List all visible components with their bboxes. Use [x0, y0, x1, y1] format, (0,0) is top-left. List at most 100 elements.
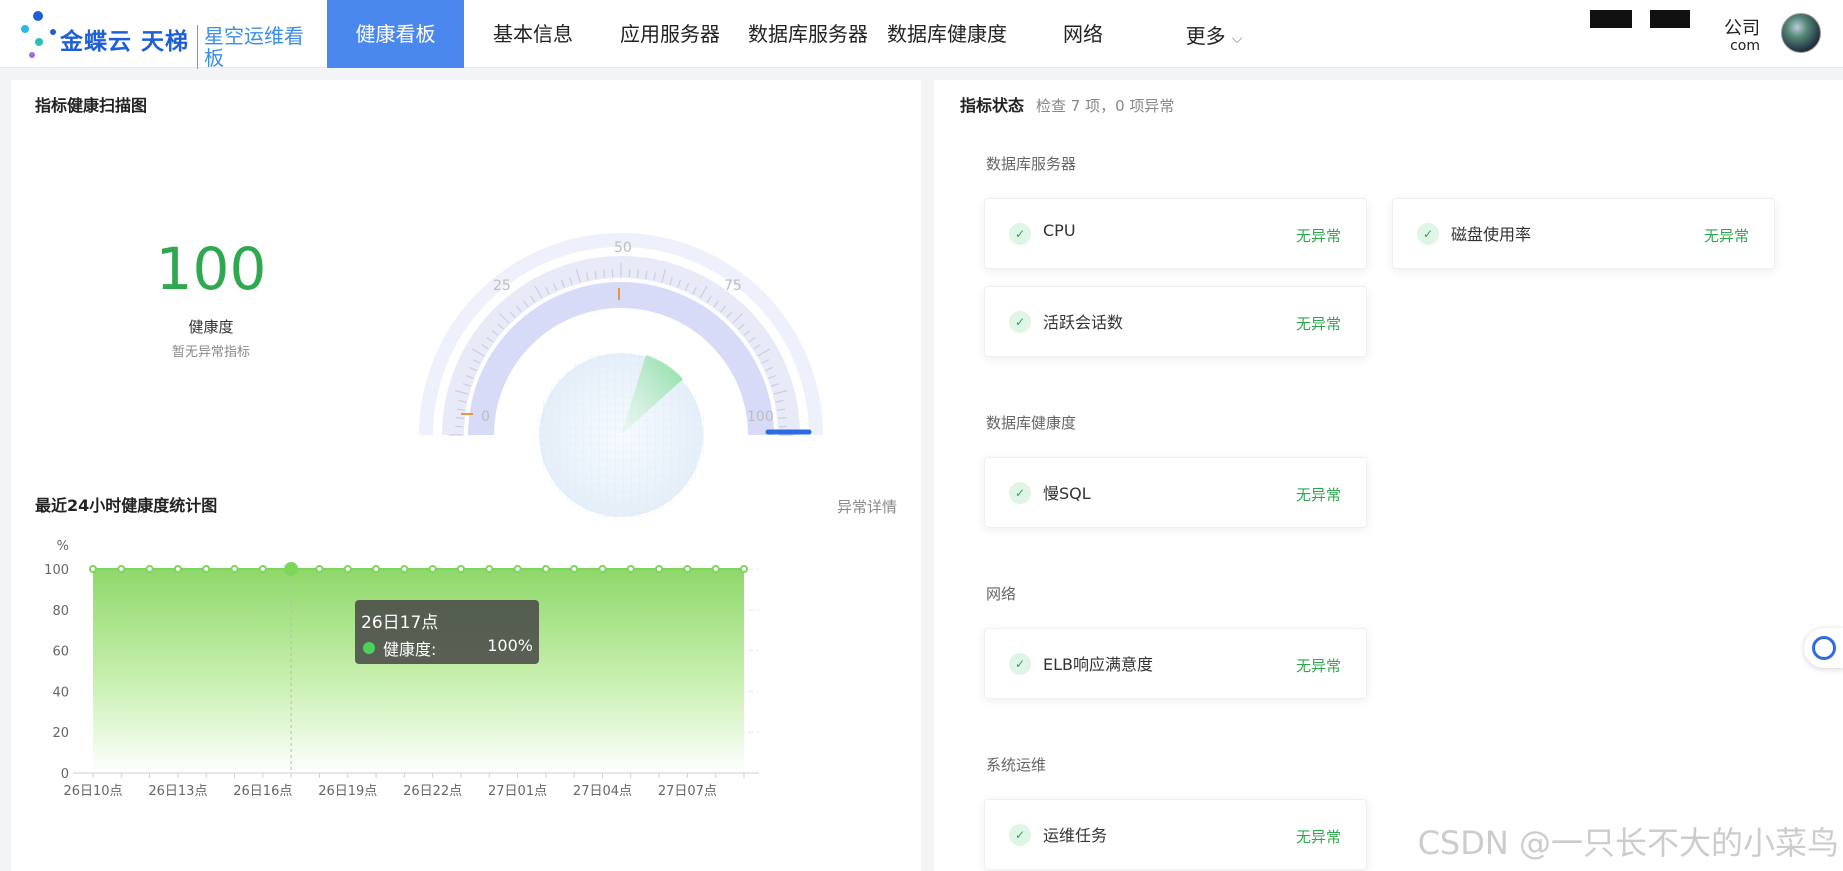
trend-chart-title: 最近24小时健康度统计图	[35, 496, 218, 515]
gauge-tick-0: 0	[481, 409, 490, 425]
status-card-disk[interactable]: ✓ 磁盘使用率 无异常	[1392, 198, 1775, 269]
tooltip-series-dot	[363, 642, 375, 654]
watermark: CSDN @一只长不大的小菜鸟	[1417, 824, 1839, 862]
avatar[interactable]	[1781, 13, 1821, 53]
tab-basic-info[interactable]: 基本信息	[478, 0, 588, 68]
tooltip-value: 100%	[487, 636, 533, 655]
data-point	[89, 565, 97, 573]
group-label-ops: 系统运维	[986, 756, 1047, 774]
status-card-elb[interactable]: ✓ ELB响应满意度 无异常	[984, 628, 1367, 699]
data-point	[315, 565, 324, 573]
tab-network[interactable]: 网络	[1050, 0, 1116, 68]
y-tick-label: 60	[52, 645, 69, 660]
tab-label: 应用服务器	[620, 22, 720, 46]
card-status: 无异常	[1703, 227, 1749, 245]
gauge-tick-mark	[603, 269, 606, 278]
card-status: 无异常	[1295, 315, 1341, 333]
status-panel: 指标状态 检查 7 项，0 项异常 数据库服务器 ✓ CPU 无异常 ✓ 磁盘使用…	[934, 80, 1843, 871]
card-name: CPU	[1043, 221, 1076, 240]
status-title-text: 指标状态	[960, 96, 1025, 115]
company-url: com	[1730, 38, 1760, 54]
logo-product: 星空运维看板	[197, 25, 320, 69]
data-point	[541, 565, 550, 573]
y-tick-label: 80	[52, 604, 69, 619]
check-icon: ✓	[1009, 482, 1031, 504]
data-point	[428, 565, 437, 573]
gauge-tick-mark	[455, 417, 464, 420]
x-tick-label: 26日10点	[63, 784, 122, 799]
status-card-cpu[interactable]: ✓ CPU 无异常	[984, 198, 1367, 269]
data-point	[683, 565, 692, 573]
group-label-db-server: 数据库服务器	[986, 155, 1077, 173]
card-name: 慢SQL	[1043, 484, 1091, 503]
tab-label: 基本信息	[493, 22, 573, 46]
data-point	[117, 565, 126, 573]
company-info: 公司 com	[1570, 8, 1760, 58]
data-point	[485, 565, 494, 573]
card-name: 活跃会话数	[1043, 313, 1124, 332]
status-summary: 检查 7 项，0 项异常	[1036, 97, 1175, 115]
tab-label: 网络	[1063, 22, 1103, 46]
check-icon: ✓	[1417, 223, 1439, 245]
data-point	[145, 565, 154, 573]
health-panel: 指标健康扫描图 100 健康度 暂无异常指标 /* ticks drawn by…	[11, 80, 921, 871]
redacted-block	[1590, 10, 1632, 28]
chevron-down-icon: ⌵	[1231, 31, 1243, 47]
status-card-slow-sql[interactable]: ✓ 慢SQL 无异常	[984, 457, 1367, 528]
logo-brand: 金蝶云 天梯	[60, 29, 190, 55]
x-tick-label: 26日19点	[318, 784, 377, 799]
gauge-tick-mark	[778, 417, 787, 420]
tab-label: 更多	[1185, 24, 1226, 48]
floating-assistant-button[interactable]	[1804, 628, 1843, 668]
x-tick-label: 26日13点	[148, 784, 207, 799]
tooltip-label: 健康度:	[383, 640, 437, 659]
data-point	[400, 565, 409, 573]
tab-label: 数据库健康度	[887, 22, 1007, 46]
card-name: 运维任务	[1043, 826, 1108, 845]
tab-label: 数据库服务器	[748, 22, 868, 46]
y-axis-label: %	[57, 539, 69, 554]
card-status: 无异常	[1295, 657, 1341, 675]
card-status: 无异常	[1295, 486, 1341, 504]
card-status: 无异常	[1295, 227, 1341, 245]
tab-label: 健康看板	[355, 22, 436, 46]
health-gauge: /* ticks drawn by script below */ 50 25 …	[419, 233, 823, 520]
data-point	[626, 565, 635, 573]
tab-db-health[interactable]: 数据库健康度	[883, 0, 1011, 68]
assistant-icon	[1812, 636, 1836, 660]
data-point	[372, 565, 381, 573]
data-point	[284, 562, 299, 576]
data-point	[202, 565, 211, 573]
data-point	[456, 565, 465, 573]
tab-db-server[interactable]: 数据库服务器	[744, 0, 872, 68]
gauge-tick-75: 75	[724, 278, 742, 294]
anomaly-details-link[interactable]: 异常详情	[837, 496, 897, 517]
gauge-tick-mark	[636, 269, 639, 278]
data-point	[598, 565, 607, 573]
data-point	[230, 565, 239, 573]
health-score: 100	[155, 235, 267, 303]
x-tick-label: 27日01点	[488, 784, 547, 799]
tab-app-server[interactable]: 应用服务器	[610, 0, 730, 68]
data-point	[173, 565, 182, 573]
status-card-ops-task[interactable]: ✓ 运维任务 无异常	[984, 799, 1367, 870]
x-tick-label: 27日07点	[658, 784, 717, 799]
y-tick-label: 40	[52, 685, 69, 700]
health-score-sub: 暂无异常指标	[171, 345, 250, 360]
x-tick-label: 26日22点	[403, 784, 462, 799]
card-name: ELB响应满意度	[1043, 655, 1154, 674]
status-card-sessions[interactable]: ✓ 活跃会话数 无异常	[984, 286, 1367, 357]
tab-more[interactable]: 更多 ⌵	[1168, 2, 1260, 70]
data-point	[258, 565, 267, 573]
health-panel-title: 指标健康扫描图	[35, 96, 148, 115]
card-status: 无异常	[1295, 828, 1341, 846]
health-score-label: 健康度	[188, 318, 234, 336]
data-point	[711, 565, 720, 573]
group-label-network: 网络	[986, 585, 1017, 603]
y-tick-label: 20	[52, 726, 69, 741]
tab-health-board[interactable]: 健康看板	[327, 0, 464, 68]
check-icon: ✓	[1009, 223, 1031, 245]
status-panel-title: 指标状态 检查 7 项，0 项异常	[960, 92, 1174, 116]
data-point	[740, 565, 748, 573]
logo[interactable]: 金蝶云 天梯 星空运维看板	[20, 8, 320, 69]
